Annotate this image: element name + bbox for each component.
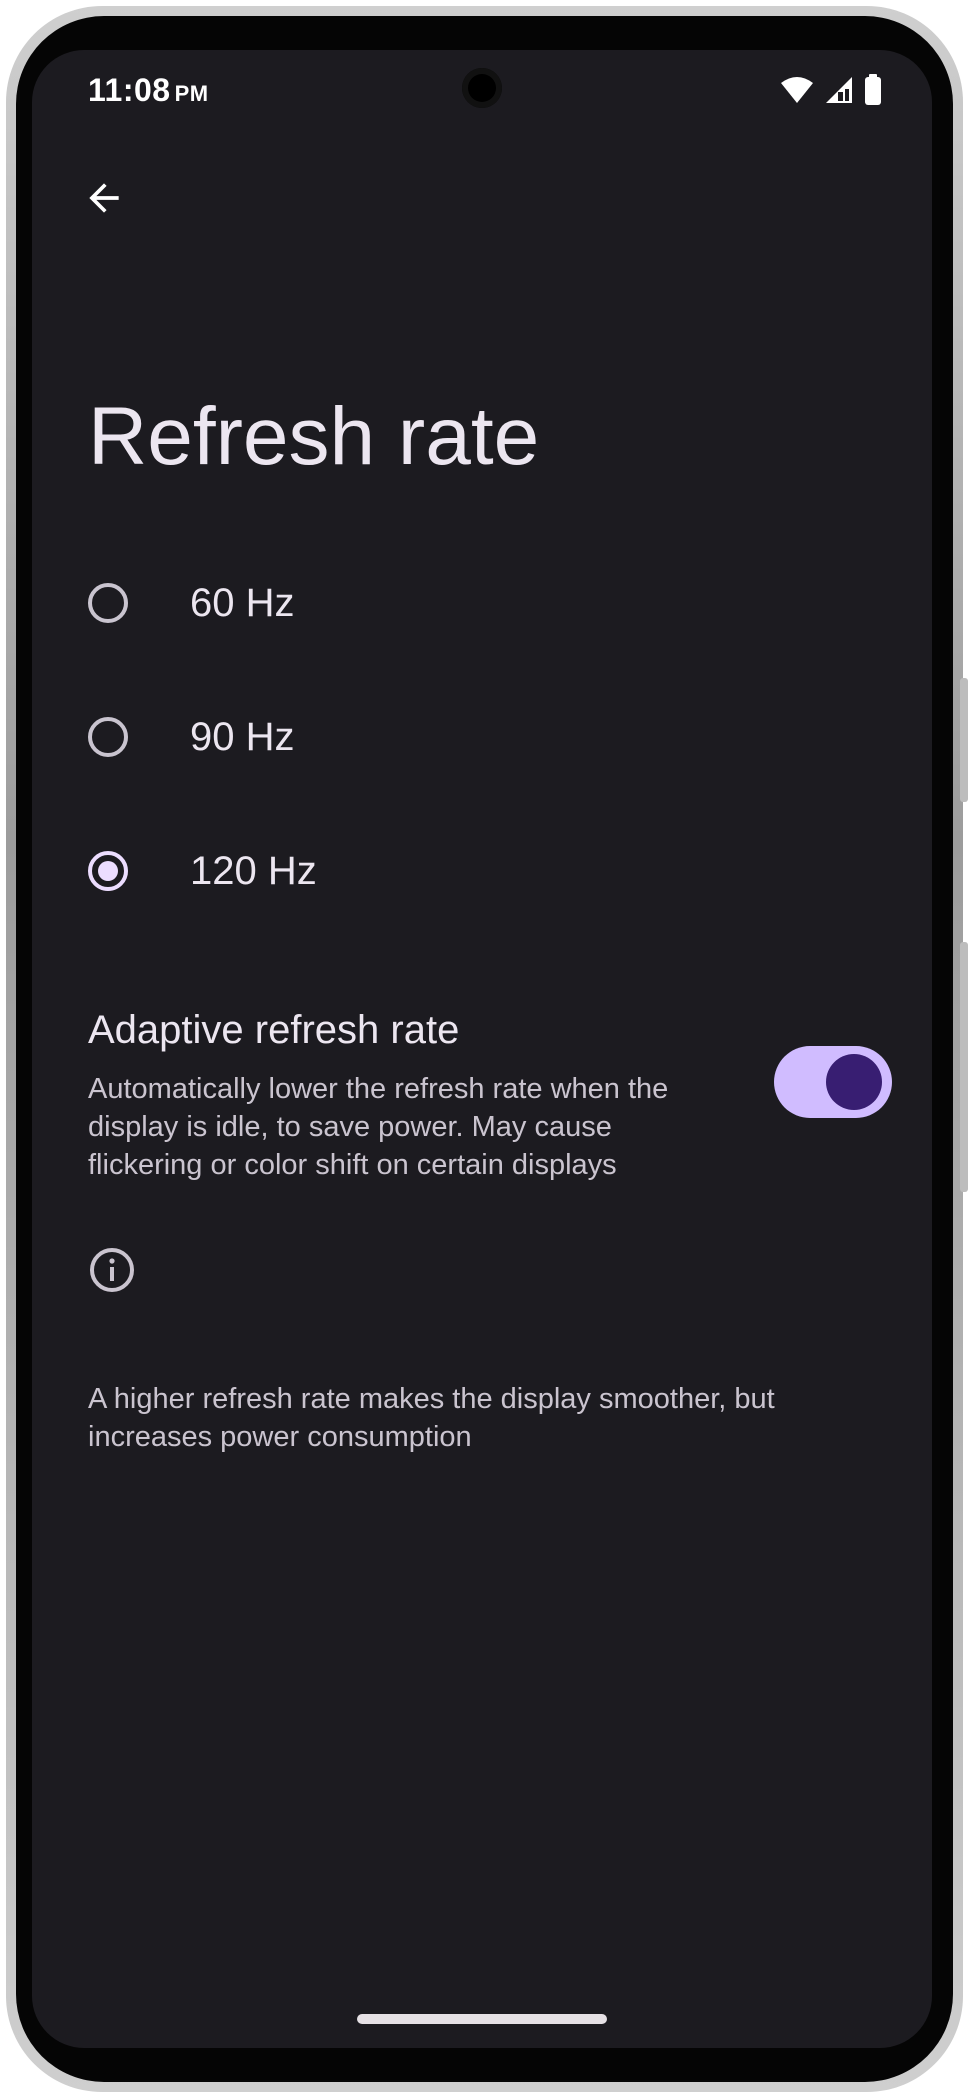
clock-ampm: PM bbox=[174, 81, 209, 106]
status-bar: 11:08 PM bbox=[32, 50, 932, 140]
battery-icon bbox=[865, 74, 881, 105]
page-title: Refresh rate bbox=[88, 391, 540, 482]
radio-button-60hz[interactable] bbox=[88, 583, 128, 623]
clock-time: 11:08 bbox=[88, 72, 171, 108]
screen: 11:08 PM Refresh rate 60 Hz 90 Hz 120 Hz… bbox=[32, 50, 932, 2048]
toggle-thumb bbox=[826, 1054, 882, 1110]
back-button[interactable] bbox=[72, 166, 136, 230]
adaptive-refresh-title: Adaptive refresh rate bbox=[88, 1008, 460, 1052]
option-90hz[interactable]: 90 Hz bbox=[72, 682, 892, 792]
front-camera bbox=[462, 68, 502, 108]
power-button bbox=[960, 678, 968, 802]
volume-button bbox=[960, 942, 968, 1192]
adaptive-refresh-description: Automatically lower the refresh rate whe… bbox=[88, 1073, 669, 1181]
radio-button-90hz[interactable] bbox=[88, 717, 128, 757]
status-icons bbox=[780, 74, 882, 106]
option-60hz[interactable]: 60 Hz bbox=[72, 548, 892, 658]
footer-text: A higher refresh rate makes the display … bbox=[88, 1383, 775, 1453]
option-label: 90 Hz bbox=[190, 714, 295, 759]
status-time: 11:08 PM bbox=[88, 72, 209, 109]
option-120hz[interactable]: 120 Hz bbox=[72, 816, 892, 926]
wifi-icon bbox=[781, 77, 813, 103]
signal-icon bbox=[826, 77, 852, 103]
arrow-back-icon bbox=[89, 183, 119, 213]
option-label: 60 Hz bbox=[190, 580, 295, 625]
info-icon bbox=[90, 1248, 134, 1292]
adaptive-refresh-toggle[interactable] bbox=[774, 1046, 892, 1118]
option-label: 120 Hz bbox=[190, 848, 317, 893]
gesture-nav-handle[interactable] bbox=[357, 2014, 607, 2024]
radio-button-120hz[interactable] bbox=[88, 851, 128, 891]
